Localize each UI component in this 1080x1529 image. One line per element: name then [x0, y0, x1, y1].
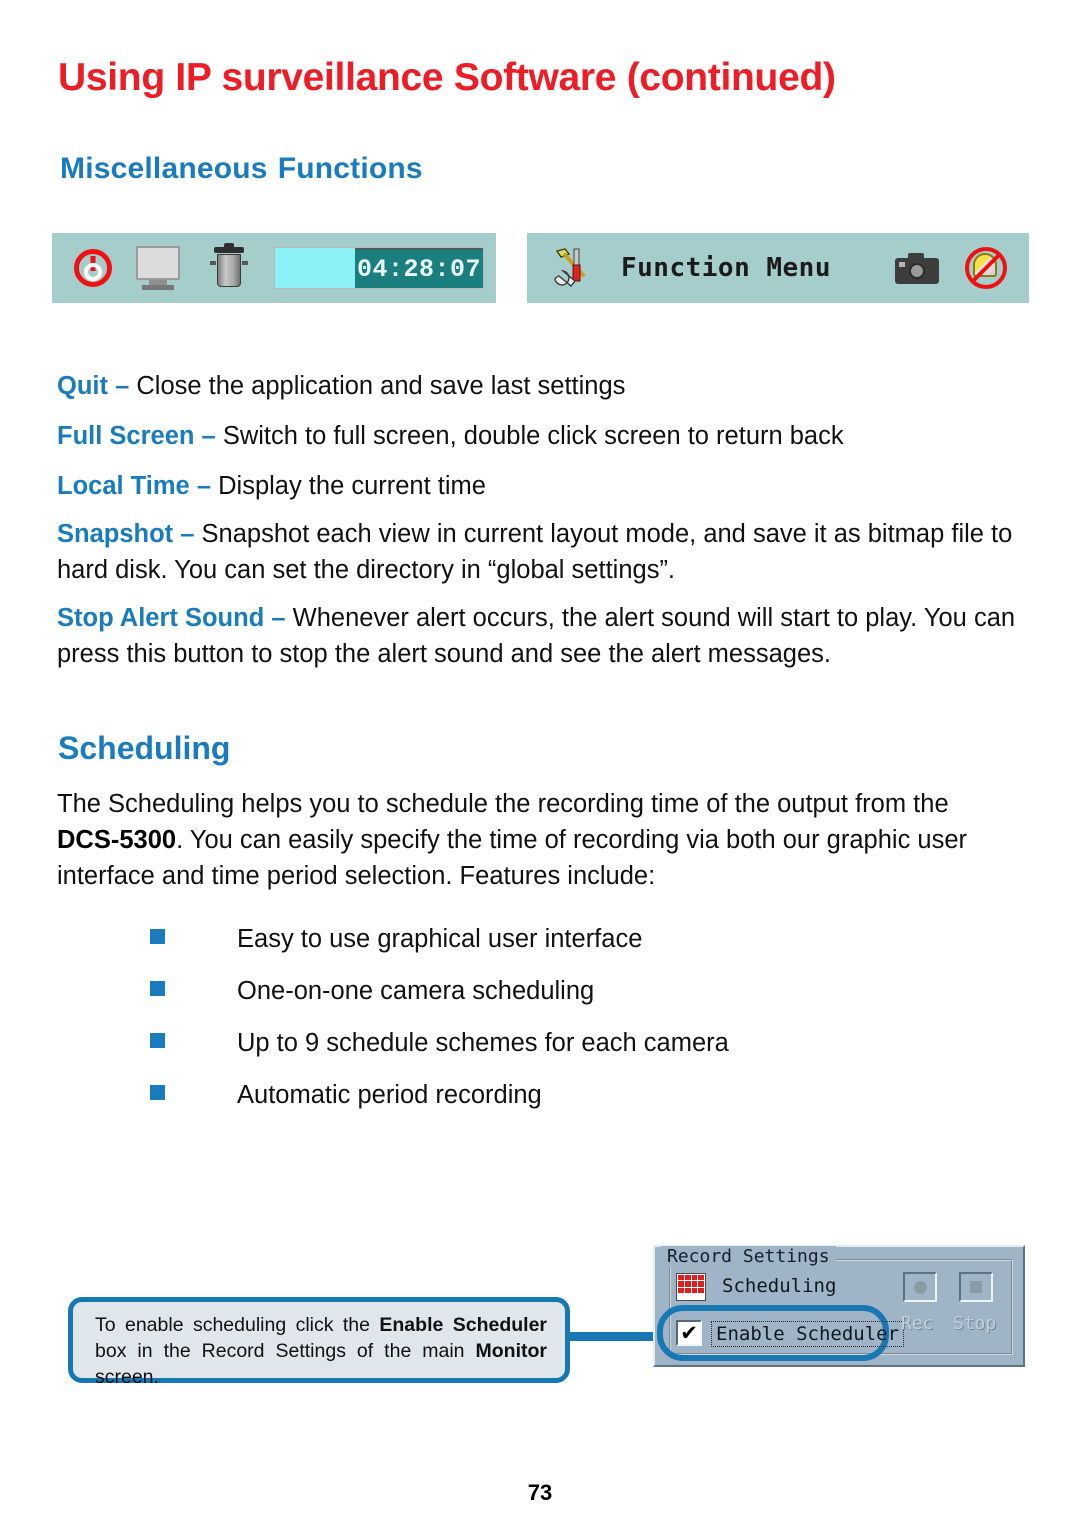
record-dot-icon — [913, 1280, 927, 1294]
model-number: DCS-5300 — [57, 826, 177, 854]
list-item-label: Automatic period recording — [237, 1081, 542, 1109]
function-menu-button[interactable] — [527, 245, 595, 291]
definition-term: Quit — [57, 372, 108, 400]
feature-list: Easy to use graphical user interface One… — [150, 925, 729, 1133]
definition-dash: – — [194, 422, 223, 450]
enable-scheduler-checkbox[interactable]: ✔ — [676, 1320, 702, 1346]
definition-snapshot: Snapshot – Snapshot each view in current… — [57, 516, 1032, 588]
rec-button[interactable] — [903, 1272, 937, 1302]
bullet-square-icon — [150, 1085, 165, 1100]
callout-note: To enable scheduling click the Enable Sc… — [68, 1297, 570, 1388]
callout-text-b: box in the Record Settings of the main — [95, 1340, 476, 1362]
toolbar-right-strip: Function Menu — [527, 233, 1029, 303]
list-item-label: Easy to use graphical user interface — [237, 925, 643, 953]
no-sound-icon[interactable] — [965, 247, 1007, 289]
definition-text: Close the application and save last sett… — [136, 372, 626, 400]
definition-text: Switch to full screen, double click scre… — [222, 422, 844, 450]
trash-icon — [210, 243, 248, 289]
bullet-square-icon — [150, 1033, 165, 1048]
document-page: Using IP surveillance Software (continue… — [0, 0, 1080, 1529]
list-item-label: One-on-one camera scheduling — [237, 977, 595, 1005]
bullet-square-icon — [150, 981, 165, 996]
local-time-display: 04:28:07 — [274, 247, 484, 289]
list-item: One-on-one camera scheduling — [150, 977, 729, 1029]
definition-quit: Quit – Close the application and save la… — [57, 368, 1032, 404]
list-item: Automatic period recording — [150, 1081, 729, 1133]
bullet-square-icon — [150, 929, 165, 944]
list-item: Up to 9 schedule schemes for each camera — [150, 1029, 729, 1081]
section-heading-part1: Miscellaneous — [60, 152, 268, 185]
stop-button[interactable] — [959, 1272, 993, 1302]
scheduling-intro: The Scheduling helps you to schedule the… — [57, 786, 1007, 894]
section-heading: Miscellaneous Functions — [60, 152, 423, 186]
page-number: 73 — [527, 1480, 553, 1505]
clock-pad — [275, 248, 355, 288]
callout-bold-enable-scheduler: Enable Scheduler — [379, 1314, 548, 1336]
scheduling-intro-b: . You can easily specify the time of rec… — [57, 826, 968, 890]
definition-stop-alert-sound: Stop Alert Sound – Whenever alert occurs… — [57, 600, 1032, 672]
page-title: Using IP surveillance Software (continue… — [58, 56, 836, 99]
delete-button[interactable] — [184, 243, 248, 289]
definition-text: Display the current time — [218, 472, 486, 500]
toolbar-left-strip: 04:28:07 — [52, 233, 496, 303]
calendar-icon — [676, 1273, 706, 1301]
definition-local-time: Local Time – Display the current time — [57, 468, 1032, 504]
quit-button[interactable] — [52, 249, 112, 287]
stop-square-icon — [970, 1281, 982, 1293]
record-settings-title: Record Settings — [661, 1246, 836, 1267]
definition-dash: – — [173, 520, 202, 548]
definition-term: Stop Alert Sound — [57, 604, 265, 632]
scheduling-row-label: Scheduling — [722, 1275, 837, 1297]
scheduling-intro-a: The Scheduling helps you to schedule the… — [57, 790, 949, 818]
section-heading-part2: Functions — [277, 152, 423, 185]
enable-scheduler-label[interactable]: Enable Scheduler — [711, 1321, 905, 1347]
stop-button-label: Stop — [953, 1313, 997, 1334]
clock-value: 04:28:07 — [355, 248, 483, 288]
list-item-label: Up to 9 schedule schemes for each camera — [237, 1029, 729, 1057]
full-screen-button[interactable] — [112, 246, 184, 290]
list-item: Easy to use graphical user interface — [150, 925, 729, 977]
definition-term: Snapshot — [57, 520, 174, 548]
definition-dash: – — [264, 604, 293, 632]
tools-icon — [549, 245, 595, 291]
callout-bold-monitor: Monitor — [475, 1340, 547, 1362]
callout-text-a: To enable scheduling click the — [95, 1314, 380, 1336]
monitor-icon — [136, 246, 184, 290]
definition-term: Local Time — [57, 472, 190, 500]
definition-dash: – — [189, 472, 219, 500]
definition-term: Full Screen — [57, 422, 195, 450]
camera-icon[interactable] — [895, 252, 939, 284]
definition-full-screen: Full Screen – Switch to full screen, dou… — [57, 418, 1032, 454]
scheduling-heading: Scheduling — [58, 730, 231, 766]
definition-dash: – — [108, 372, 137, 400]
power-icon — [74, 249, 112, 287]
callout-text-c: screen. — [95, 1366, 159, 1388]
function-menu-label: Function Menu — [621, 253, 831, 283]
rec-button-label: Rec — [901, 1313, 934, 1334]
